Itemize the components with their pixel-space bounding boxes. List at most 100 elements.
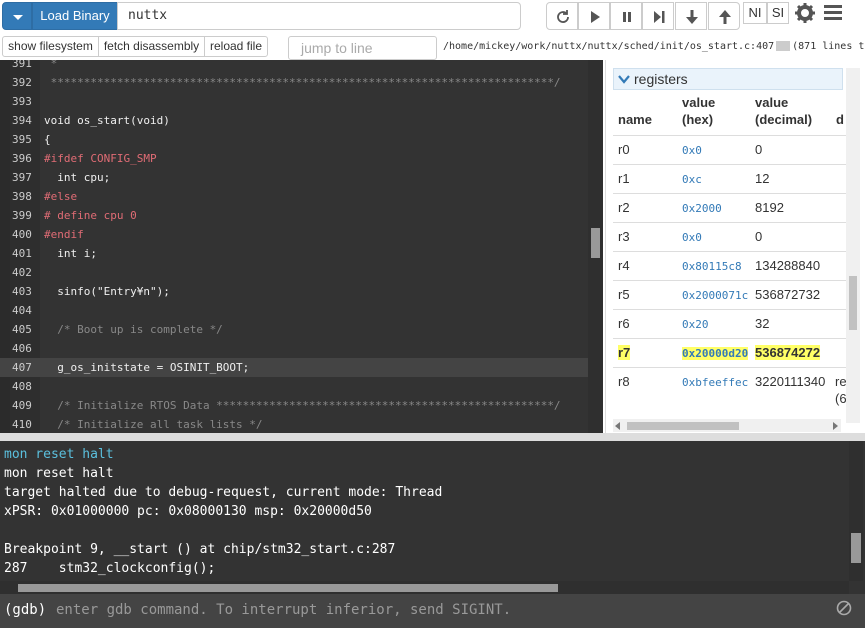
console-vertical-scrollbar[interactable]	[849, 441, 863, 581]
scroll-right-icon[interactable]	[832, 422, 838, 430]
code-line[interactable]: 406	[0, 339, 588, 358]
line-number[interactable]: 391	[12, 60, 32, 73]
settings-button[interactable]	[794, 2, 816, 29]
menu-button[interactable]	[824, 4, 842, 27]
registers-vertical-scrollbar[interactable]	[846, 68, 860, 423]
step-over-button[interactable]	[642, 2, 674, 30]
play-icon	[591, 11, 600, 23]
caret-down-icon	[13, 15, 23, 20]
code-line[interactable]: 410 /* Initialize all task lists */	[0, 415, 588, 433]
step-out-button[interactable]	[708, 2, 740, 30]
line-text: ****************************************…	[44, 76, 561, 89]
register-row: r3 0x0 0	[613, 222, 853, 251]
line-number[interactable]: 399	[12, 206, 32, 225]
code-line[interactable]: 402	[0, 263, 588, 282]
line-text: #endif	[44, 228, 84, 241]
code-line[interactable]: 405 /* Boot up is complete */	[0, 320, 588, 339]
line-number[interactable]: 405	[12, 320, 32, 339]
line-number[interactable]: 402	[12, 263, 32, 282]
console-horizontal-scrollbar[interactable]	[0, 581, 849, 594]
line-number[interactable]: 408	[12, 377, 32, 396]
scrollbar-thumb[interactable]	[591, 228, 600, 258]
source-code-panel[interactable]: 391 * 392 *******************************…	[0, 60, 603, 433]
binary-path-input[interactable]: nuttx	[117, 2, 521, 30]
line-number[interactable]: 403	[12, 282, 32, 301]
registers-header[interactable]: registers	[613, 68, 843, 90]
code-line[interactable]: 400 #endif	[0, 225, 588, 244]
register-hex-value[interactable]: 0x20	[682, 318, 709, 331]
register-extra: (6	[835, 391, 847, 406]
code-line[interactable]: 403 sinfo("Entry¥n");	[0, 282, 588, 301]
gdb-command-input[interactable]: enter gdb command. To interrupt inferior…	[56, 602, 511, 618]
restart-button[interactable]	[546, 2, 578, 30]
scrollbar-thumb[interactable]	[849, 276, 857, 330]
step-instruction-button[interactable]: SI	[767, 2, 789, 24]
next-instruction-button[interactable]: NI	[743, 2, 767, 24]
line-text: /* Boot up is complete */	[44, 323, 223, 336]
scrollbar-thumb[interactable]	[18, 584, 558, 592]
console-line: xPSR: 0x01000000 pc: 0x08000130 msp: 0x2…	[4, 504, 372, 519]
fetch-disassembly-button[interactable]: fetch disassembly	[98, 36, 205, 57]
line-number[interactable]: 395	[12, 130, 32, 149]
scroll-left-icon[interactable]	[615, 422, 621, 430]
line-number[interactable]: 410	[12, 415, 32, 433]
scrollbar-thumb[interactable]	[851, 533, 861, 563]
reload-file-button[interactable]: reload file	[204, 36, 268, 57]
register-hex-value[interactable]: 0x0	[682, 231, 702, 244]
line-number[interactable]: 393	[12, 92, 32, 111]
register-hex-value[interactable]: 0x0	[682, 144, 702, 157]
line-number[interactable]: 404	[12, 301, 32, 320]
line-text: *	[44, 60, 58, 70]
register-decimal-value: 536874272	[755, 345, 821, 360]
pause-button[interactable]	[610, 2, 642, 30]
code-line[interactable]: 397 int cpu;	[0, 168, 588, 187]
code-line[interactable]: 407 g_os_initstate = OSINIT_BOOT;	[0, 358, 588, 377]
top-toolbar: Load Binary nuttx NI SI show filesystem …	[0, 0, 865, 60]
register-decimal-value: 3220111340	[755, 374, 826, 389]
cancel-icon[interactable]	[836, 600, 852, 616]
jump-to-line-input[interactable]: jump to line	[288, 36, 437, 60]
register-hex-value[interactable]: 0xc	[682, 173, 702, 186]
line-number[interactable]: 394	[12, 111, 32, 130]
show-filesystem-button[interactable]: show filesystem	[2, 36, 99, 57]
load-binary-dropdown-button[interactable]	[2, 2, 32, 30]
line-number[interactable]: 392	[12, 73, 32, 92]
code-line[interactable]: 393	[0, 92, 588, 111]
register-name: r7	[618, 345, 631, 360]
col-hex-header-line1: value	[682, 95, 716, 110]
load-binary-button[interactable]: Load Binary	[32, 2, 118, 30]
panel-resize-divider[interactable]	[0, 433, 865, 441]
register-name: r8	[618, 374, 630, 389]
register-hex-value[interactable]: 0x2000071c	[682, 289, 748, 302]
line-number[interactable]: 400	[12, 225, 32, 244]
register-hex-value[interactable]: 0xbfeeffec	[682, 376, 748, 389]
line-number[interactable]: 406	[12, 339, 32, 358]
register-hex-value[interactable]: 0x2000	[682, 202, 722, 215]
line-number[interactable]: 397	[12, 168, 32, 187]
line-number[interactable]: 407	[12, 358, 32, 377]
code-line[interactable]: 408	[0, 377, 588, 396]
register-row: r1 0xc 12	[613, 164, 853, 193]
code-line[interactable]: 398 #else	[0, 187, 588, 206]
line-number[interactable]: 396	[12, 149, 32, 168]
line-number[interactable]: 401	[12, 244, 32, 263]
register-decimal-value: 12	[755, 171, 770, 186]
code-line[interactable]: 404	[0, 301, 588, 320]
register-hex-value[interactable]: 0x80115c8	[682, 260, 742, 273]
registers-horizontal-scrollbar[interactable]	[613, 419, 841, 432]
code-line[interactable]: 391 *	[0, 60, 588, 73]
line-number[interactable]: 398	[12, 187, 32, 206]
continue-button[interactable]	[578, 2, 610, 30]
code-line[interactable]: 395 {	[0, 130, 588, 149]
code-line[interactable]: 396 #ifdef CONFIG_SMP	[0, 149, 588, 168]
code-line[interactable]: 401 int i;	[0, 244, 588, 263]
code-vertical-scrollbar[interactable]	[588, 60, 603, 433]
code-line[interactable]: 409 /* Initialize RTOS Data ************…	[0, 396, 588, 415]
line-number[interactable]: 409	[12, 396, 32, 415]
step-into-button[interactable]	[675, 2, 707, 30]
code-line[interactable]: 394 void os_start(void)	[0, 111, 588, 130]
scrollbar-thumb[interactable]	[627, 422, 739, 430]
code-line[interactable]: 392 ************************************…	[0, 73, 588, 92]
register-hex-value[interactable]: 0x20000d20	[682, 347, 749, 360]
code-line[interactable]: 399 # define cpu 0	[0, 206, 588, 225]
